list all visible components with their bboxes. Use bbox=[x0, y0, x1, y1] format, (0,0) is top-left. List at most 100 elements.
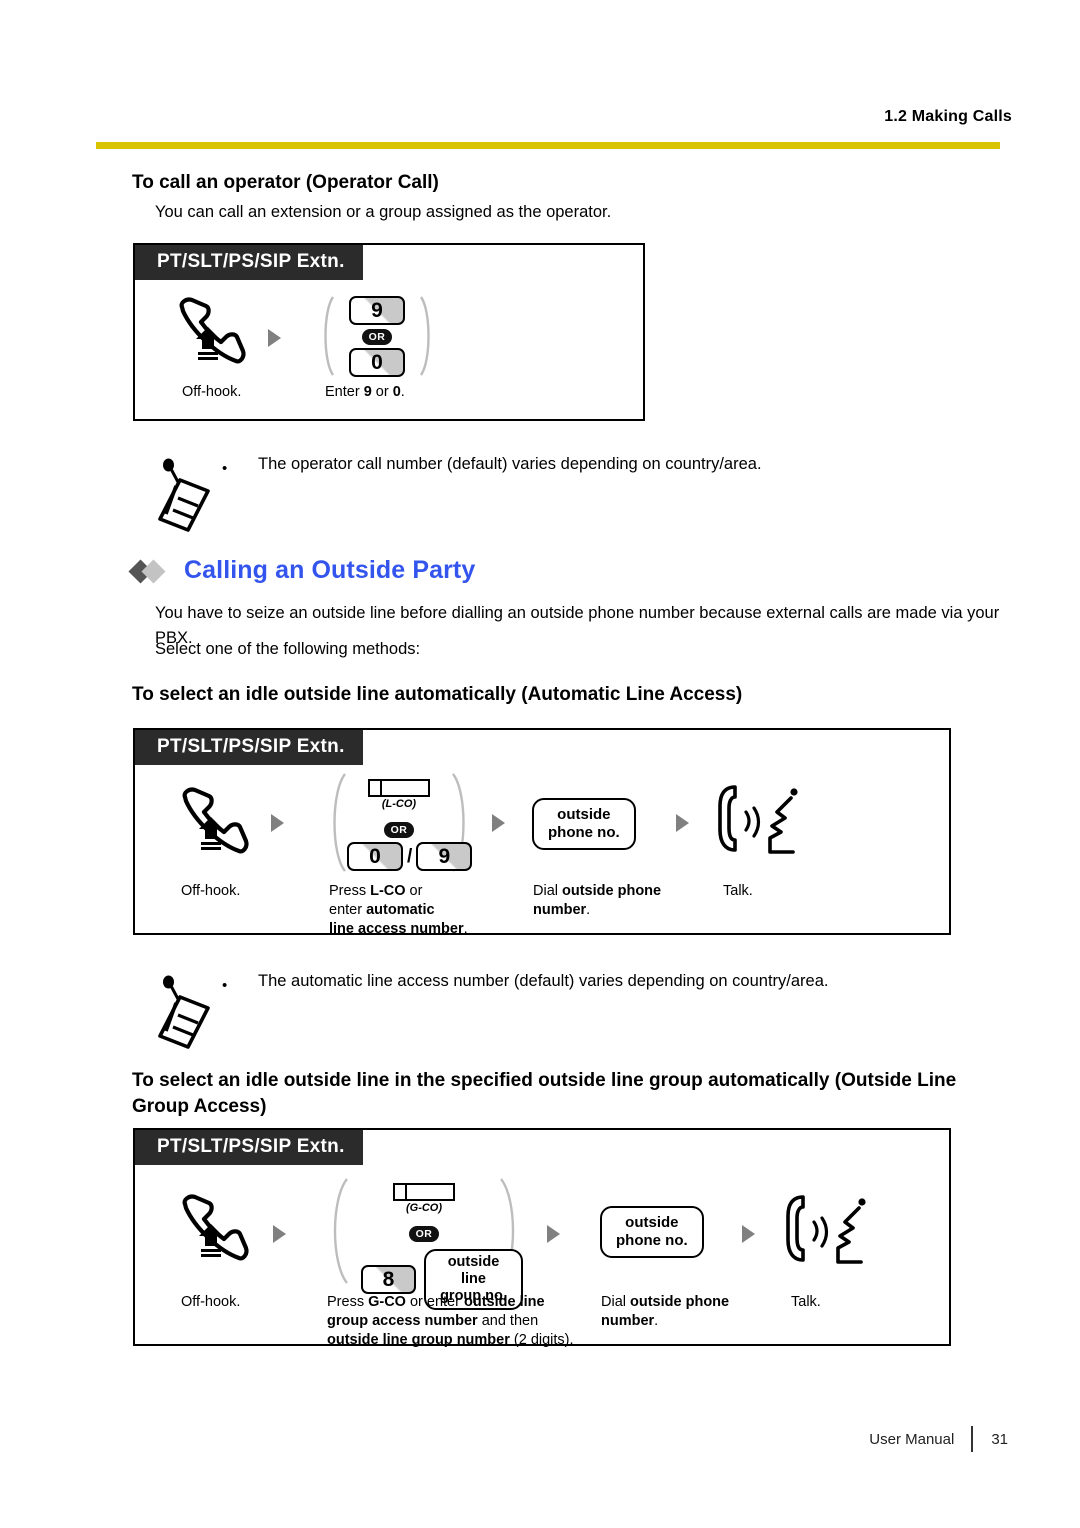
header-rule bbox=[96, 142, 1000, 149]
automatic-line-access-heading: To select an idle outside line automatic… bbox=[132, 684, 743, 705]
auto-caption-offhook: Off-hook. bbox=[181, 883, 241, 899]
flow-arrow-icon bbox=[547, 1225, 560, 1243]
dial-bold-2: number bbox=[533, 902, 587, 918]
flow-arrow-icon bbox=[742, 1225, 755, 1243]
offhook-handset-icon bbox=[173, 1190, 251, 1262]
group-access-heading: To select an idle outside line in the sp… bbox=[132, 1070, 957, 1117]
outside-phone-no-box[interactable]: outside phone no. bbox=[532, 798, 636, 850]
note-bullet-1: • bbox=[222, 460, 228, 477]
gdial-bold-2: number bbox=[601, 1313, 655, 1329]
press-pre: Press bbox=[329, 883, 371, 899]
auto-lco-group: (L-CO) OR 0 / 9 bbox=[325, 770, 473, 875]
or-badge: OR bbox=[384, 822, 414, 838]
phone-box-line-1: outside bbox=[557, 806, 611, 823]
dial-bold-1: outside phone bbox=[562, 883, 662, 899]
gco-led-icon bbox=[395, 1185, 407, 1199]
group-box-tab-label: PT/SLT/PS/SIP Extn. bbox=[135, 1130, 363, 1165]
section-heading-calling-outside-party: Calling an Outside Party bbox=[128, 556, 476, 585]
gpress-line3-bold: outside line group number bbox=[327, 1332, 510, 1348]
gco-key-label: (G-CO) bbox=[405, 1202, 443, 1214]
footer-manual-label: User Manual bbox=[869, 1430, 955, 1448]
key-0[interactable]: 0 bbox=[347, 842, 403, 871]
auto-caption-press: Press L-CO or enter automatic line acces… bbox=[329, 882, 509, 939]
gpress-line2-post: and then bbox=[477, 1313, 539, 1329]
key-9[interactable]: 9 bbox=[416, 842, 473, 871]
enter-key-a: 9 bbox=[363, 384, 372, 400]
lco-line-key[interactable] bbox=[368, 779, 430, 797]
gdial-post: . bbox=[654, 1313, 659, 1329]
auto-box-tab-label: PT/SLT/PS/SIP Extn. bbox=[135, 730, 363, 765]
enter-pre: Enter bbox=[325, 384, 364, 400]
lco-key-label: (L-CO) bbox=[381, 798, 417, 810]
talk-handset-icon bbox=[715, 782, 803, 856]
gpress-pre: Press bbox=[327, 1294, 369, 1310]
page-section-label: 1.2 Making Calls bbox=[884, 108, 1012, 125]
footer-page-number: 31 bbox=[991, 1430, 1008, 1448]
auto-caption-talk: Talk. bbox=[723, 883, 753, 899]
note-pad-icon bbox=[152, 975, 218, 1051]
key-8[interactable]: 8 bbox=[361, 1265, 416, 1294]
automatic-line-access-procedure-box: PT/SLT/PS/SIP Extn. Off-hook. (L-CO) OR … bbox=[133, 728, 951, 937]
note-text-2: The automatic line access number (defaul… bbox=[258, 972, 829, 990]
note-bullet-2: • bbox=[222, 977, 228, 994]
operator-step2-caption: Enter 9 or 0. bbox=[325, 383, 405, 402]
offhook-handset-icon bbox=[170, 293, 248, 365]
key-separator: / bbox=[407, 845, 413, 867]
flow-arrow-icon bbox=[271, 814, 284, 832]
offhook-handset-icon bbox=[173, 783, 251, 855]
operator-step1-caption: Off-hook. bbox=[182, 384, 242, 400]
gpress-bold-outside-line: outside line bbox=[463, 1294, 545, 1310]
operator-box-tab-label: PT/SLT/PS/SIP Extn. bbox=[135, 245, 363, 280]
note-text-1: The operator call number (default) varie… bbox=[258, 455, 762, 473]
press-bold-lco: L-CO bbox=[370, 883, 406, 899]
key-0[interactable]: 0 bbox=[349, 348, 405, 377]
operator-keys-group: 9 OR 0 bbox=[317, 293, 437, 379]
key-9[interactable]: 9 bbox=[349, 296, 405, 325]
press-line2-bold: automatic bbox=[366, 902, 435, 918]
enter-mid: or bbox=[371, 384, 393, 400]
press-line3-bold: line access number bbox=[329, 921, 464, 937]
gpress-mid: or enter bbox=[405, 1294, 464, 1310]
talk-handset-icon bbox=[783, 1192, 871, 1266]
enter-post: . bbox=[400, 384, 405, 400]
outside-phone-no-box[interactable]: outside phone no. bbox=[600, 1206, 704, 1258]
note-pad-icon bbox=[152, 458, 218, 534]
operator-call-intro: You can call an extension or a group ass… bbox=[155, 203, 612, 221]
dial-post: . bbox=[586, 902, 591, 918]
outside-party-para-2: Select one of the following methods: bbox=[155, 640, 421, 658]
or-badge: OR bbox=[409, 1226, 439, 1242]
phone-box-line-2: phone no. bbox=[616, 1232, 688, 1249]
phone-box-line-1: outside bbox=[625, 1214, 679, 1231]
gpress-line2-bold: group access number bbox=[327, 1313, 478, 1329]
flow-arrow-icon bbox=[273, 1225, 286, 1243]
operator-call-procedure-box: PT/SLT/PS/SIP Extn. Off-hook. 9 OR 0 Ent… bbox=[133, 243, 645, 421]
group-caption-offhook: Off-hook. bbox=[181, 1294, 241, 1310]
diamond-bullets-icon bbox=[128, 558, 176, 584]
gco-line-key[interactable] bbox=[393, 1183, 455, 1201]
group-access-procedure-box: PT/SLT/PS/SIP Extn. Off-hook. (G-CO) OR … bbox=[133, 1128, 951, 1348]
phone-box-line-2: phone no. bbox=[548, 824, 620, 841]
page-footer: User Manual 31 bbox=[869, 1426, 1008, 1452]
document-page: 1.2 Making Calls To call an operator (Op… bbox=[0, 0, 1080, 1528]
press-post: or bbox=[405, 883, 423, 899]
or-badge: OR bbox=[362, 329, 392, 345]
flow-arrow-icon bbox=[492, 814, 505, 832]
operator-call-heading: To call an operator (Operator Call) bbox=[132, 172, 439, 193]
group-caption-dial: Dial outside phone number. bbox=[601, 1293, 791, 1331]
auto-caption-dial: Dial outside phone number. bbox=[533, 882, 713, 920]
press-line2-pre: enter bbox=[329, 902, 367, 918]
flow-arrow-icon bbox=[676, 814, 689, 832]
enter-key-b: 0 bbox=[392, 384, 401, 400]
gdial-bold-1: outside phone bbox=[630, 1294, 730, 1310]
gdial-pre: Dial bbox=[601, 1294, 631, 1310]
dial-pre: Dial bbox=[533, 883, 563, 899]
group-caption-talk: Talk. bbox=[791, 1294, 821, 1310]
diamond-light-icon bbox=[141, 558, 166, 584]
section-heading-text: Calling an Outside Party bbox=[184, 556, 476, 584]
group-caption-press: Press G-CO or enter outside line group a… bbox=[327, 1293, 627, 1350]
gpress-line3-post: (2 digits). bbox=[509, 1332, 574, 1348]
lco-led-icon bbox=[370, 781, 382, 795]
gpress-bold-gco: G-CO bbox=[368, 1294, 406, 1310]
auto-outside-phone-box: outside phone no. bbox=[532, 798, 636, 850]
group-box-line-1: outside line bbox=[447, 1254, 500, 1287]
